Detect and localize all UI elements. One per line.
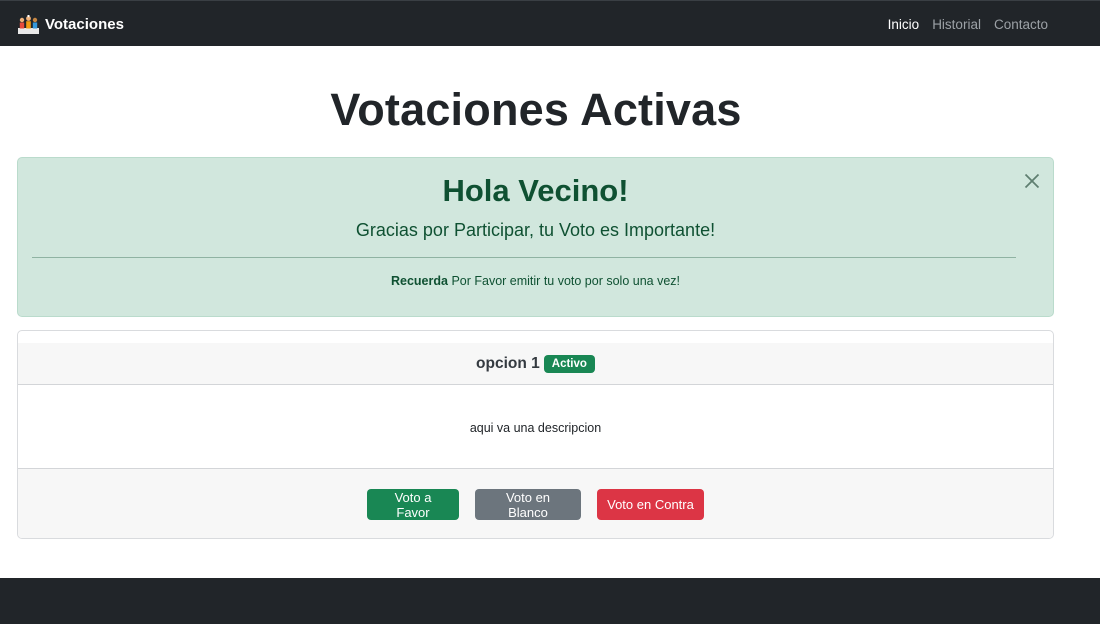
page-title: Votaciones Activas [330,84,742,135]
nav-links: Inicio Historial Contacto [888,1,1048,47]
card-header: opcion 1 Activo [18,343,1053,385]
card-footer: Voto a Favor Voto en Blanco Voto en Cont… [18,468,1053,538]
status-badge: Activo [543,354,595,373]
nav-link-contacto[interactable]: Contacto [994,17,1048,32]
vote-card: opcion 1 Activo aqui va una descripcion … [17,330,1054,539]
alert-note-bold: Recuerda [390,274,448,288]
card-body: aqui va una descripcion [18,386,1053,469]
alert-note: Recuerda Por Favor emitir tu voto por so… [18,274,1053,288]
nav-link-historial[interactable]: Historial [932,17,981,32]
alert-heading: Hola Vecino! [442,173,629,208]
vote-against-button[interactable]: Voto en Contra [597,489,704,520]
card-title: opcion 1 [476,354,540,372]
vote-blank-button[interactable]: Voto en Blanco [475,489,581,520]
alert-divider [32,257,1016,258]
ballot-people-icon [18,14,39,34]
close-icon[interactable] [1021,170,1043,192]
brand-label: Votaciones [45,15,124,33]
vote-favor-button[interactable]: Voto a Favor [367,489,459,520]
brand[interactable]: Votaciones [18,1,124,47]
nav-link-inicio[interactable]: Inicio [888,17,920,32]
navbar: Votaciones Inicio Historial Contacto [0,0,1100,46]
alert-note-text: Por Favor emitir tu voto por solo una ve… [451,274,681,288]
footer [0,578,1100,624]
card-description: aqui va una descripcion [469,420,602,435]
welcome-alert: Hola Vecino! Gracias por Participar, tu … [17,157,1054,317]
alert-lead: Gracias por Participar, tu Voto es Impor… [355,220,716,240]
